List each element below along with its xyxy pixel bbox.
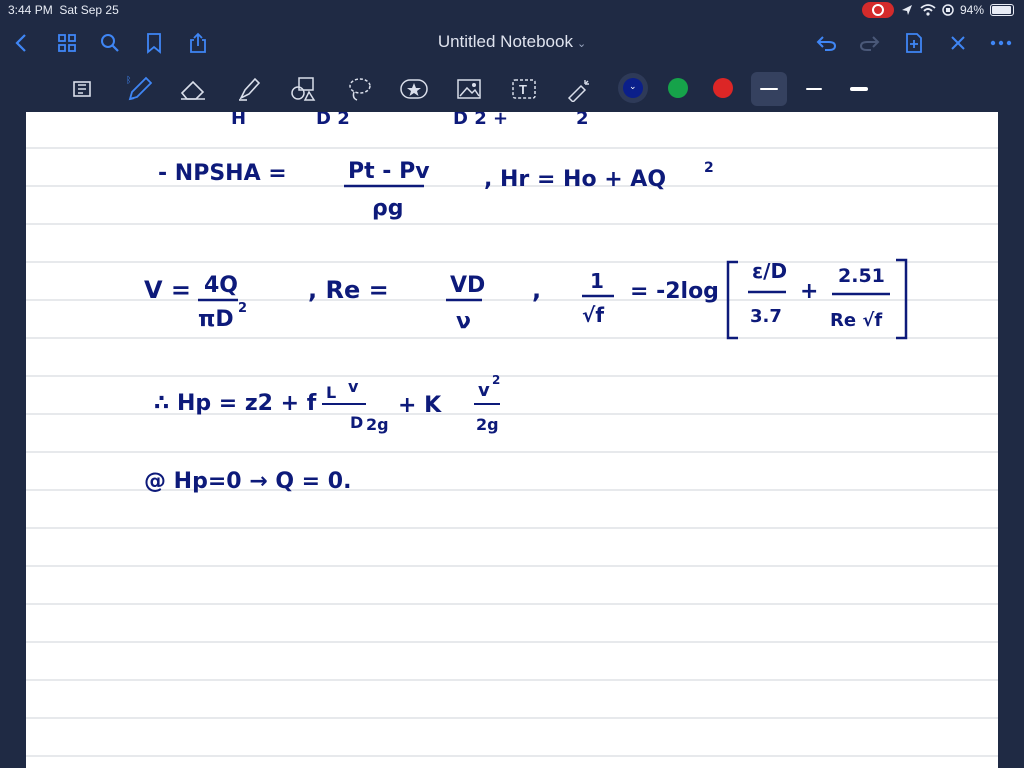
re-numerator: VD xyxy=(450,273,485,298)
colebrook-eq: = -2log xyxy=(630,279,719,304)
plus-sign: + xyxy=(800,279,818,304)
undo-icon[interactable] xyxy=(813,30,839,56)
scan-icon[interactable] xyxy=(66,72,100,106)
top-cut-text-2: D 2 xyxy=(316,112,350,129)
top-cut-text-4: 2 xyxy=(576,112,589,129)
right-margin xyxy=(998,112,1024,768)
hp-2g2: 2g xyxy=(476,415,499,434)
more-icon[interactable] xyxy=(988,30,1014,56)
roughness-denominator: 3.7 xyxy=(750,306,782,327)
tool-bar: ᛒ T ⌄ xyxy=(0,64,1024,112)
lasso-icon[interactable] xyxy=(342,72,376,106)
chevron-down-icon[interactable]: ⌄ xyxy=(577,38,586,50)
shapes-icon[interactable] xyxy=(286,72,320,106)
add-page-icon[interactable] xyxy=(901,30,927,56)
eraser-icon[interactable] xyxy=(176,72,210,106)
chevron-down-icon: ⌄ xyxy=(629,81,637,91)
comma-separator: , xyxy=(532,276,541,304)
color-swatch-red[interactable] xyxy=(713,78,733,98)
hp-D: D xyxy=(350,413,363,432)
hp-v: v xyxy=(348,377,359,396)
location-icon xyxy=(901,5,912,15)
orientation-lock-icon xyxy=(942,4,954,16)
npsha-numerator: Pt - Pv xyxy=(348,159,430,184)
pen-icon[interactable]: ᛒ xyxy=(122,72,156,106)
roughness-numerator: ε/D xyxy=(752,259,787,283)
v-denominator: πD xyxy=(198,307,234,332)
highlighter-icon[interactable] xyxy=(232,72,266,106)
re-term-denominator: Re √f xyxy=(830,310,882,331)
top-cut-text-1: H xyxy=(231,112,246,129)
sticker-icon[interactable] xyxy=(397,72,431,106)
laser-icon[interactable] xyxy=(562,72,596,106)
screen-recording-icon[interactable] xyxy=(861,2,894,18)
v-exponent: 2 xyxy=(238,301,247,316)
v-numerator: 4Q xyxy=(204,273,238,298)
left-bracket xyxy=(726,260,738,340)
hp-2g: 2g xyxy=(366,415,389,434)
hp-zero-line: @ Hp=0 → Q = 0. xyxy=(144,469,351,494)
status-bar: 3:44 PM Sat Sep 25 94% xyxy=(0,0,1024,22)
status-time: 3:44 PM Sat Sep 25 xyxy=(8,3,119,17)
right-bracket xyxy=(896,258,908,340)
close-icon[interactable] xyxy=(945,30,971,56)
hp-L: L xyxy=(326,383,336,402)
npsha-lhs: - NPSHA = xyxy=(158,161,287,186)
re-term-numerator: 2.51 xyxy=(838,265,885,287)
hp-lhs: ∴ Hp = z2 + f xyxy=(154,391,317,416)
color-swatch-green[interactable] xyxy=(668,78,688,98)
hp-plus-k: + K xyxy=(398,393,442,418)
wifi-icon xyxy=(920,4,936,16)
f-numerator: 1 xyxy=(590,269,604,293)
npsha-denominator: ρg xyxy=(372,196,404,221)
hp-square: 2 xyxy=(492,373,500,387)
f-denominator: √f xyxy=(582,303,604,327)
top-cut-text-3: D 2 + xyxy=(453,112,508,129)
redo-icon[interactable] xyxy=(857,30,883,56)
notebook-page[interactable]: H D 2 D 2 + 2 - NPSHA = Pt - Pv ρg , Hr … xyxy=(26,112,998,768)
svg-text:T: T xyxy=(519,82,527,97)
hp-v2: v xyxy=(478,380,490,401)
re-denominator: ν xyxy=(456,309,471,334)
image-icon[interactable] xyxy=(452,72,486,106)
battery-percent: 94% xyxy=(959,3,984,17)
thickness-thin-selected[interactable] xyxy=(751,72,787,106)
thickness-medium[interactable] xyxy=(796,72,832,106)
thickness-thick[interactable] xyxy=(841,72,877,106)
svg-text:ᛒ: ᛒ xyxy=(126,75,131,86)
hr-exponent: 2 xyxy=(704,160,714,176)
re-lhs: , Re = xyxy=(308,276,389,304)
nav-bar: Untitled Notebook ⌄ xyxy=(0,22,1024,64)
handwriting-layer: H D 2 D 2 + 2 - NPSHA = Pt - Pv ρg , Hr … xyxy=(144,112,908,494)
text-icon[interactable]: T xyxy=(507,72,541,106)
left-margin xyxy=(0,112,26,768)
battery-icon xyxy=(990,4,1014,16)
v-lhs: V = xyxy=(144,276,191,304)
hr-equation: , Hr = Ho + AQ xyxy=(484,167,666,192)
